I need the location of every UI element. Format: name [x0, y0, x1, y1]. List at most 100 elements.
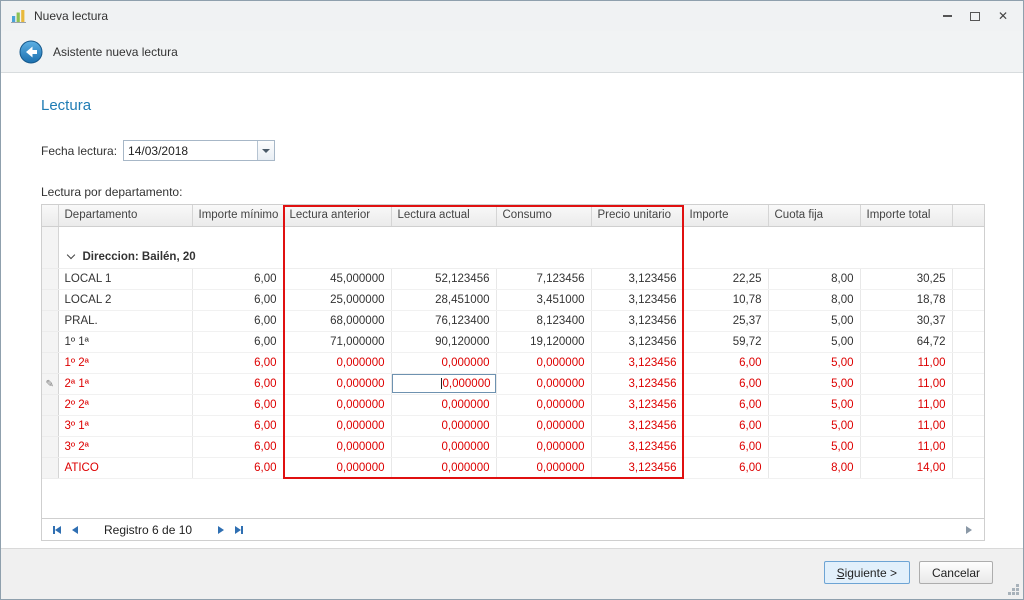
cell-lectura-anterior[interactable]: 25,000000 — [283, 289, 391, 310]
cell-lectura-actual[interactable]: 0,000000 — [391, 394, 496, 415]
cell-importe-total[interactable]: 18,78 — [860, 289, 952, 310]
cell-cuota-fija[interactable]: 8,00 — [768, 457, 860, 478]
nav-next-button[interactable] — [212, 522, 230, 538]
cell-cuota-fija[interactable]: 5,00 — [768, 331, 860, 352]
cell-importe-total[interactable]: 64,72 — [860, 331, 952, 352]
cell-precio-unitario[interactable]: 3,123456 — [591, 289, 683, 310]
group-cell[interactable]: Direccion: Bailén, 20 — [58, 247, 984, 268]
cell-lectura-actual[interactable]: 0,000000 — [391, 436, 496, 457]
resize-grip-icon[interactable] — [1007, 583, 1020, 596]
cell-importe[interactable]: 6,00 — [683, 457, 768, 478]
cell-lectura-actual[interactable]: 76,123400 — [391, 310, 496, 331]
cell-importe[interactable]: 6,00 — [683, 436, 768, 457]
cell-importe[interactable]: 10,78 — [683, 289, 768, 310]
cell-departamento[interactable]: 3º 1ª — [58, 415, 192, 436]
cell-lectura-anterior[interactable]: 0,000000 — [283, 436, 391, 457]
cell-importe[interactable]: 6,00 — [683, 394, 768, 415]
cell-precio-unitario[interactable]: 3,123456 — [591, 310, 683, 331]
cell-importe-total[interactable]: 11,00 — [860, 436, 952, 457]
cell-importe-total[interactable]: 30,25 — [860, 268, 952, 289]
cell-cuota-fija[interactable]: 5,00 — [768, 436, 860, 457]
cancelar-button[interactable]: Cancelar — [919, 561, 993, 584]
cell-lectura-anterior[interactable]: 0,000000 — [283, 352, 391, 373]
maximize-button[interactable] — [961, 6, 989, 26]
cell-importe-minimo[interactable]: 6,00 — [192, 268, 283, 289]
cell-importe-minimo[interactable]: 6,00 — [192, 436, 283, 457]
cell-lectura-anterior[interactable]: 0,000000 — [283, 394, 391, 415]
cell-departamento[interactable]: 3º 2ª — [58, 436, 192, 457]
grid-row[interactable]: 2º 2ª6,000,0000000,0000000,0000003,12345… — [42, 394, 984, 415]
cell-importe[interactable]: 25,37 — [683, 310, 768, 331]
cell-importe-total[interactable]: 11,00 — [860, 394, 952, 415]
cell-lectura-actual[interactable]: 0,000000 — [391, 457, 496, 478]
cell-lectura-actual[interactable]: 28,451000 — [391, 289, 496, 310]
cell-importe-total[interactable]: 11,00 — [860, 415, 952, 436]
cell-precio-unitario[interactable]: 3,123456 — [591, 415, 683, 436]
cell-editor[interactable]: 0,000000 — [392, 374, 496, 393]
cell-importe[interactable]: 22,25 — [683, 268, 768, 289]
cell-importe[interactable]: 6,00 — [683, 352, 768, 373]
cell-departamento[interactable]: PRAL. — [58, 310, 192, 331]
nav-prev-button[interactable] — [66, 522, 84, 538]
fecha-lectura-input[interactable] — [124, 141, 257, 160]
group-row[interactable]: Direccion: Bailén, 20 — [42, 247, 984, 268]
grid-row[interactable]: ATICO6,000,0000000,0000000,0000003,12345… — [42, 457, 984, 478]
cell-importe[interactable]: 6,00 — [683, 415, 768, 436]
cell-importe[interactable]: 59,72 — [683, 331, 768, 352]
cell-precio-unitario[interactable]: 3,123456 — [591, 394, 683, 415]
cell-lectura-actual[interactable]: 0,000000 — [391, 415, 496, 436]
cell-departamento[interactable]: 2ª 1ª — [58, 373, 192, 394]
cell-consumo[interactable]: 0,000000 — [496, 373, 591, 394]
cell-cuota-fija[interactable]: 8,00 — [768, 268, 860, 289]
cell-consumo[interactable]: 0,000000 — [496, 415, 591, 436]
cell-consumo[interactable]: 7,123456 — [496, 268, 591, 289]
col-header-importe-total[interactable]: Importe total — [860, 205, 952, 226]
col-header-lectura-actual[interactable]: Lectura actual — [391, 205, 496, 226]
cell-departamento[interactable]: 2º 2ª — [58, 394, 192, 415]
cell-lectura-anterior[interactable]: 0,000000 — [283, 415, 391, 436]
cell-consumo[interactable]: 0,000000 — [496, 457, 591, 478]
cell-importe-total[interactable]: 11,00 — [860, 373, 952, 394]
cell-importe[interactable]: 6,00 — [683, 373, 768, 394]
col-header-cuota-fija[interactable]: Cuota fija — [768, 205, 860, 226]
cell-importe-total[interactable]: 14,00 — [860, 457, 952, 478]
cell-departamento[interactable]: LOCAL 1 — [58, 268, 192, 289]
cell-importe-minimo[interactable]: 6,00 — [192, 289, 283, 310]
cell-importe-minimo[interactable]: 6,00 — [192, 457, 283, 478]
cell-importe-total[interactable]: 11,00 — [860, 352, 952, 373]
grid-row[interactable]: PRAL.6,0068,00000076,1234008,1234003,123… — [42, 310, 984, 331]
cell-precio-unitario[interactable]: 3,123456 — [591, 436, 683, 457]
hscroll-right-button[interactable] — [960, 522, 978, 538]
cell-consumo[interactable]: 0,000000 — [496, 394, 591, 415]
cell-consumo[interactable]: 0,000000 — [496, 436, 591, 457]
cell-departamento[interactable]: LOCAL 2 — [58, 289, 192, 310]
cell-lectura-actual[interactable]: 0,000000 — [391, 373, 496, 394]
cell-cuota-fija[interactable]: 5,00 — [768, 415, 860, 436]
cell-importe-minimo[interactable]: 6,00 — [192, 394, 283, 415]
cell-importe-total[interactable]: 30,37 — [860, 310, 952, 331]
cell-consumo[interactable]: 19,120000 — [496, 331, 591, 352]
grid-row[interactable]: 3º 1ª6,000,0000000,0000000,0000003,12345… — [42, 415, 984, 436]
cell-cuota-fija[interactable]: 5,00 — [768, 352, 860, 373]
cell-lectura-anterior[interactable]: 68,000000 — [283, 310, 391, 331]
cell-cuota-fija[interactable]: 5,00 — [768, 310, 860, 331]
cell-precio-unitario[interactable]: 3,123456 — [591, 352, 683, 373]
fecha-dropdown-button[interactable] — [257, 141, 274, 160]
cell-cuota-fija[interactable]: 8,00 — [768, 289, 860, 310]
cell-departamento[interactable]: 1º 2ª — [58, 352, 192, 373]
cell-precio-unitario[interactable]: 3,123456 — [591, 331, 683, 352]
grid-row[interactable]: 3º 2ª6,000,0000000,0000000,0000003,12345… — [42, 436, 984, 457]
cell-consumo[interactable]: 3,451000 — [496, 289, 591, 310]
cell-importe-minimo[interactable]: 6,00 — [192, 310, 283, 331]
close-button[interactable]: ✕ — [989, 6, 1017, 26]
grid-row[interactable]: LOCAL 26,0025,00000028,4510003,4510003,1… — [42, 289, 984, 310]
col-header-departamento[interactable]: Departamento — [58, 205, 192, 226]
cell-departamento[interactable]: 1º 1ª — [58, 331, 192, 352]
minimize-button[interactable] — [933, 6, 961, 26]
cell-importe-minimo[interactable]: 6,00 — [192, 331, 283, 352]
cell-lectura-actual[interactable]: 90,120000 — [391, 331, 496, 352]
cell-lectura-anterior[interactable]: 45,000000 — [283, 268, 391, 289]
cell-lectura-actual[interactable]: 0,000000 — [391, 352, 496, 373]
cell-lectura-anterior[interactable]: 0,000000 — [283, 373, 391, 394]
cell-cuota-fija[interactable]: 5,00 — [768, 394, 860, 415]
